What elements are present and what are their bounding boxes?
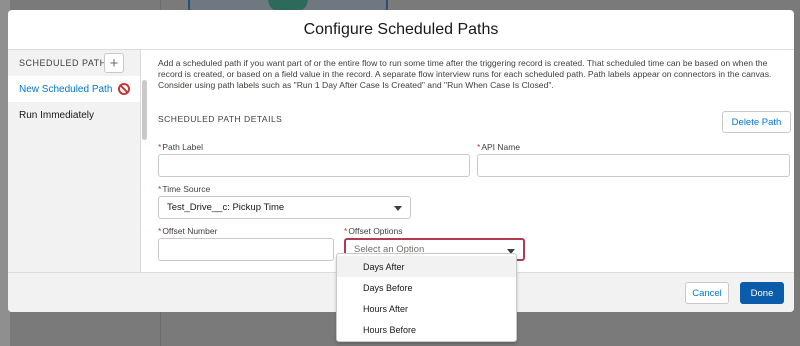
path-label-label: *Path Label [158,142,203,152]
nav-item-label: Run Immediately [19,109,95,121]
api-name-text: API Name [481,142,521,152]
required-marker: * [477,142,481,152]
time-source-text: Time Source [162,184,211,194]
modal-title: Configure Scheduled Paths [303,20,499,38]
nav-item-label: New Scheduled Path [19,83,113,95]
api-name-label: *API Name [477,142,520,152]
description-text: Add a scheduled path if you want part of… [158,58,772,90]
dropdown-option-days-before[interactable]: Days Before [337,277,516,298]
offset-number-input[interactable] [158,238,334,261]
path-label-text: Path Label [162,142,203,152]
nav-item-new-scheduled-path[interactable]: New Scheduled Path [8,76,140,102]
offset-number-text: Offset Number [162,226,218,236]
nav-scrollbar[interactable] [142,80,147,140]
section-title: SCHEDULED PATH DETAILS [158,114,283,124]
path-details-panel: Add a scheduled path if you want part of… [158,58,791,261]
dropdown-option-hours-after[interactable]: Hours After [337,298,516,319]
cancel-button[interactable]: Cancel [685,282,729,304]
offset-number-label: *Offset Number [158,226,217,236]
scheduled-paths-nav: SCHEDULED PATHS + New Scheduled Path Run… [8,50,141,272]
delete-path-button[interactable]: Delete Path [722,111,791,133]
offset-options-label: *Offset Options [344,226,403,236]
nav-header-label: SCHEDULED PATHS [19,58,114,68]
offset-options-text: Offset Options [348,226,403,236]
time-source-label: *Time Source [158,184,210,194]
offset-options-dropdown: Days After Days Before Hours After Hours… [336,253,517,342]
required-marker: * [158,184,162,194]
error-circle-icon [118,83,130,95]
time-source-select[interactable]: Test_Drive__c: Pickup Time [158,196,411,219]
dropdown-option-hours-before[interactable]: Hours Before [337,319,516,340]
modal-header: Configure Scheduled Paths [8,10,794,50]
time-source-value: Test_Drive__c: Pickup Time [167,202,285,213]
api-name-input[interactable] [477,154,790,177]
required-marker: * [344,226,348,236]
dropdown-option-days-after[interactable]: Days After [337,256,516,277]
required-marker: * [158,226,162,236]
nav-item-run-immediately[interactable]: Run Immediately [8,102,140,128]
plus-icon: + [109,54,119,72]
path-label-input[interactable] [158,154,470,177]
add-scheduled-path-button[interactable]: + [104,53,124,73]
done-button[interactable]: Done [740,282,784,304]
required-marker: * [158,142,162,152]
chevron-down-icon [394,206,402,211]
